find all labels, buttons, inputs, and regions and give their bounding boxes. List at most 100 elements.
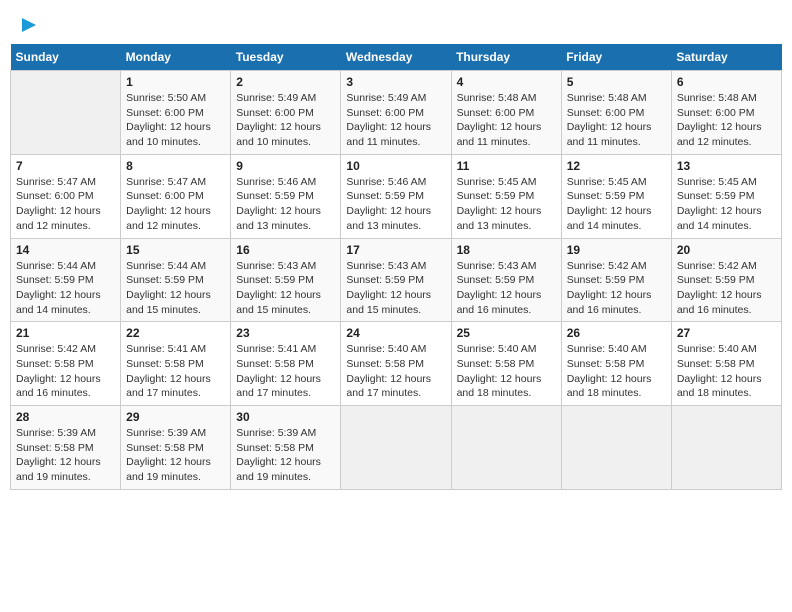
day-cell: 2 Sunrise: 5:49 AM Sunset: 6:00 PM Daylig…: [231, 71, 341, 155]
day-info: Sunrise: 5:42 AM Sunset: 5:59 PM Dayligh…: [567, 259, 666, 318]
day-info: Sunrise: 5:45 AM Sunset: 5:59 PM Dayligh…: [677, 175, 776, 234]
day-number: 26: [567, 326, 666, 340]
day-info: Sunrise: 5:40 AM Sunset: 5:58 PM Dayligh…: [677, 342, 776, 401]
week-row-5: 28 Sunrise: 5:39 AM Sunset: 5:58 PM Dayli…: [11, 406, 782, 490]
day-number: 21: [16, 326, 115, 340]
week-row-4: 21 Sunrise: 5:42 AM Sunset: 5:58 PM Dayli…: [11, 322, 782, 406]
day-number: 29: [126, 410, 225, 424]
day-cell: 19 Sunrise: 5:42 AM Sunset: 5:59 PM Dayli…: [561, 238, 671, 322]
day-cell: 20 Sunrise: 5:42 AM Sunset: 5:59 PM Dayli…: [671, 238, 781, 322]
day-number: 25: [457, 326, 556, 340]
calendar-table: SundayMondayTuesdayWednesdayThursdayFrid…: [10, 44, 782, 490]
day-cell: 27 Sunrise: 5:40 AM Sunset: 5:58 PM Dayli…: [671, 322, 781, 406]
day-info: Sunrise: 5:45 AM Sunset: 5:59 PM Dayligh…: [457, 175, 556, 234]
day-number: 7: [16, 159, 115, 173]
day-header-tuesday: Tuesday: [231, 44, 341, 71]
day-number: 10: [346, 159, 445, 173]
day-header-thursday: Thursday: [451, 44, 561, 71]
day-number: 23: [236, 326, 335, 340]
day-cell: 29 Sunrise: 5:39 AM Sunset: 5:58 PM Dayli…: [121, 406, 231, 490]
day-cell: 22 Sunrise: 5:41 AM Sunset: 5:58 PM Dayli…: [121, 322, 231, 406]
day-info: Sunrise: 5:39 AM Sunset: 5:58 PM Dayligh…: [126, 426, 225, 485]
day-cell: 9 Sunrise: 5:46 AM Sunset: 5:59 PM Daylig…: [231, 154, 341, 238]
day-number: 9: [236, 159, 335, 173]
day-info: Sunrise: 5:44 AM Sunset: 5:59 PM Dayligh…: [126, 259, 225, 318]
day-info: Sunrise: 5:49 AM Sunset: 6:00 PM Dayligh…: [346, 91, 445, 150]
header: [10, 10, 782, 36]
day-number: 20: [677, 243, 776, 257]
day-header-wednesday: Wednesday: [341, 44, 451, 71]
logo-icon: [18, 14, 40, 36]
logo: [16, 14, 40, 32]
day-number: 6: [677, 75, 776, 89]
day-info: Sunrise: 5:43 AM Sunset: 5:59 PM Dayligh…: [346, 259, 445, 318]
day-cell: 25 Sunrise: 5:40 AM Sunset: 5:58 PM Dayli…: [451, 322, 561, 406]
day-info: Sunrise: 5:39 AM Sunset: 5:58 PM Dayligh…: [16, 426, 115, 485]
day-number: 16: [236, 243, 335, 257]
day-info: Sunrise: 5:43 AM Sunset: 5:59 PM Dayligh…: [457, 259, 556, 318]
day-number: 19: [567, 243, 666, 257]
header-row: SundayMondayTuesdayWednesdayThursdayFrid…: [11, 44, 782, 71]
day-cell: 10 Sunrise: 5:46 AM Sunset: 5:59 PM Dayli…: [341, 154, 451, 238]
day-cell: 13 Sunrise: 5:45 AM Sunset: 5:59 PM Dayli…: [671, 154, 781, 238]
day-info: Sunrise: 5:48 AM Sunset: 6:00 PM Dayligh…: [457, 91, 556, 150]
day-info: Sunrise: 5:40 AM Sunset: 5:58 PM Dayligh…: [457, 342, 556, 401]
day-number: 1: [126, 75, 225, 89]
day-number: 3: [346, 75, 445, 89]
day-cell: 16 Sunrise: 5:43 AM Sunset: 5:59 PM Dayli…: [231, 238, 341, 322]
day-cell: 7 Sunrise: 5:47 AM Sunset: 6:00 PM Daylig…: [11, 154, 121, 238]
day-info: Sunrise: 5:47 AM Sunset: 6:00 PM Dayligh…: [16, 175, 115, 234]
day-info: Sunrise: 5:46 AM Sunset: 5:59 PM Dayligh…: [346, 175, 445, 234]
day-info: Sunrise: 5:39 AM Sunset: 5:58 PM Dayligh…: [236, 426, 335, 485]
day-number: 4: [457, 75, 556, 89]
day-info: Sunrise: 5:48 AM Sunset: 6:00 PM Dayligh…: [677, 91, 776, 150]
day-number: 14: [16, 243, 115, 257]
day-info: Sunrise: 5:40 AM Sunset: 5:58 PM Dayligh…: [567, 342, 666, 401]
day-cell: 12Sunrise: 5:45 AM Sunset: 5:59 PM Dayli…: [561, 154, 671, 238]
day-cell: 17 Sunrise: 5:43 AM Sunset: 5:59 PM Dayli…: [341, 238, 451, 322]
week-row-3: 14 Sunrise: 5:44 AM Sunset: 5:59 PM Dayli…: [11, 238, 782, 322]
day-cell: 23 Sunrise: 5:41 AM Sunset: 5:58 PM Dayli…: [231, 322, 341, 406]
day-info: Sunrise: 5:41 AM Sunset: 5:58 PM Dayligh…: [126, 342, 225, 401]
day-cell: 1 Sunrise: 5:50 AM Sunset: 6:00 PM Daylig…: [121, 71, 231, 155]
day-info: Sunrise: 5:50 AM Sunset: 6:00 PM Dayligh…: [126, 91, 225, 150]
day-info: Sunrise: 5:45 AM Sunset: 5:59 PM Dayligh…: [567, 175, 666, 234]
day-cell: 30Sunrise: 5:39 AM Sunset: 5:58 PM Dayli…: [231, 406, 341, 490]
day-info: Sunrise: 5:42 AM Sunset: 5:59 PM Dayligh…: [677, 259, 776, 318]
day-cell: 14 Sunrise: 5:44 AM Sunset: 5:59 PM Dayli…: [11, 238, 121, 322]
day-cell: 5Sunrise: 5:48 AM Sunset: 6:00 PM Daylig…: [561, 71, 671, 155]
day-cell: 6 Sunrise: 5:48 AM Sunset: 6:00 PM Daylig…: [671, 71, 781, 155]
day-number: 17: [346, 243, 445, 257]
day-header-sunday: Sunday: [11, 44, 121, 71]
day-number: 8: [126, 159, 225, 173]
day-cell: [561, 406, 671, 490]
week-row-1: 1 Sunrise: 5:50 AM Sunset: 6:00 PM Daylig…: [11, 71, 782, 155]
day-info: Sunrise: 5:46 AM Sunset: 5:59 PM Dayligh…: [236, 175, 335, 234]
day-number: 15: [126, 243, 225, 257]
day-cell: 28 Sunrise: 5:39 AM Sunset: 5:58 PM Dayli…: [11, 406, 121, 490]
day-info: Sunrise: 5:43 AM Sunset: 5:59 PM Dayligh…: [236, 259, 335, 318]
day-number: 2: [236, 75, 335, 89]
day-info: Sunrise: 5:49 AM Sunset: 6:00 PM Dayligh…: [236, 91, 335, 150]
day-number: 28: [16, 410, 115, 424]
day-number: 18: [457, 243, 556, 257]
day-cell: [11, 71, 121, 155]
day-number: 13: [677, 159, 776, 173]
day-number: 22: [126, 326, 225, 340]
day-info: Sunrise: 5:47 AM Sunset: 6:00 PM Dayligh…: [126, 175, 225, 234]
day-info: Sunrise: 5:48 AM Sunset: 6:00 PM Dayligh…: [567, 91, 666, 150]
day-header-friday: Friday: [561, 44, 671, 71]
day-info: Sunrise: 5:42 AM Sunset: 5:58 PM Dayligh…: [16, 342, 115, 401]
day-cell: [451, 406, 561, 490]
week-row-2: 7 Sunrise: 5:47 AM Sunset: 6:00 PM Daylig…: [11, 154, 782, 238]
day-cell: [341, 406, 451, 490]
day-cell: 4 Sunrise: 5:48 AM Sunset: 6:00 PM Daylig…: [451, 71, 561, 155]
day-number: 27: [677, 326, 776, 340]
day-cell: 3 Sunrise: 5:49 AM Sunset: 6:00 PM Daylig…: [341, 71, 451, 155]
day-cell: 26 Sunrise: 5:40 AM Sunset: 5:58 PM Dayli…: [561, 322, 671, 406]
day-info: Sunrise: 5:41 AM Sunset: 5:58 PM Dayligh…: [236, 342, 335, 401]
day-info: Sunrise: 5:44 AM Sunset: 5:59 PM Dayligh…: [16, 259, 115, 318]
day-header-saturday: Saturday: [671, 44, 781, 71]
day-cell: 11Sunrise: 5:45 AM Sunset: 5:59 PM Dayli…: [451, 154, 561, 238]
day-cell: 18 Sunrise: 5:43 AM Sunset: 5:59 PM Dayli…: [451, 238, 561, 322]
